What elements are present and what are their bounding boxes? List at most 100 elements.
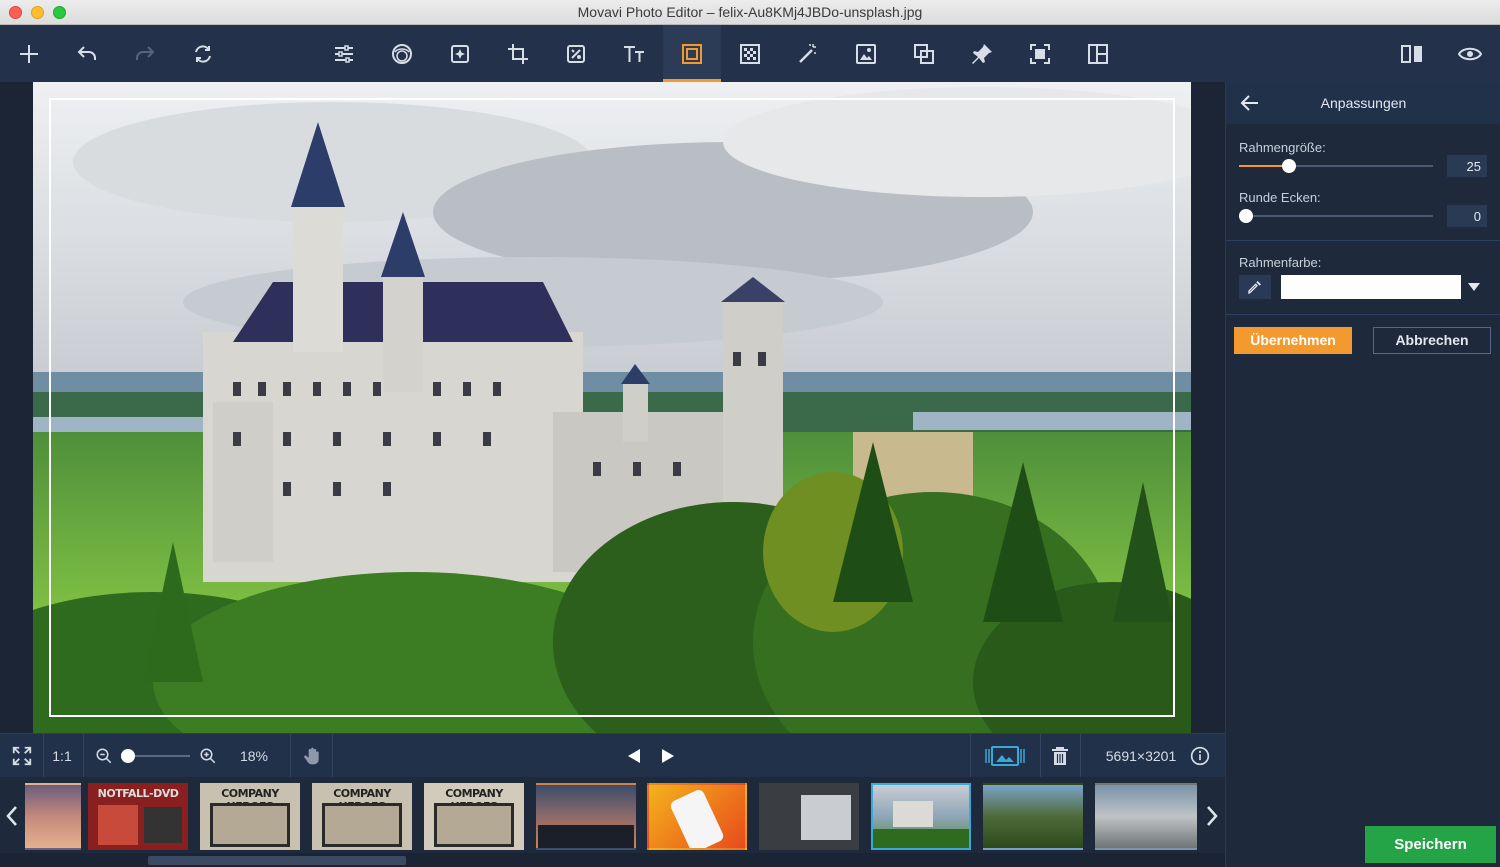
round-corners-slider-handle[interactable] [1239,209,1253,223]
filmstrip-scrollbar[interactable] [0,853,1225,867]
preview-button[interactable] [1441,25,1499,82]
filters-tool-button[interactable] [373,25,431,82]
next-image-button[interactable] [656,734,680,778]
rotate-button[interactable] [174,25,232,82]
text-tool-button[interactable] [605,25,663,82]
crop-icon [508,43,528,64]
frame-settings-panel: Anpassungen Rahmengröße: 25 Runde Ecken:… [1225,82,1500,867]
divider [1226,240,1500,241]
separator [1080,734,1081,778]
eyedropper-icon [1248,281,1261,295]
separator [43,734,44,778]
filters-icon [392,43,412,64]
adjust-icon [335,44,353,63]
round-corners-label: Runde Ecken: [1239,190,1321,205]
filmstrip-thumbnail[interactable]: COMPANY HEROES [424,783,524,850]
resize-tool-button[interactable] [1011,25,1069,82]
object-removal-tool-button[interactable] [547,25,605,82]
eye-icon [1458,47,1482,60]
adjust-tool-button[interactable] [315,25,373,82]
apply-button[interactable]: Übernehmen [1234,327,1352,354]
image-info-button[interactable] [1188,734,1212,778]
frame-size-slider-handle[interactable] [1282,159,1297,173]
hand-icon [304,747,319,765]
undo-button[interactable] [58,25,116,82]
pan-tool-button[interactable] [296,734,328,778]
redo-button[interactable] [116,25,174,82]
divider [1226,314,1500,315]
filmstrip-thumbnail-selected[interactable] [871,783,971,850]
frame-color-label: Rahmenfarbe: [1239,255,1322,270]
magic-wand-tool-button[interactable] [779,25,837,82]
panel-header: Anpassungen [1226,82,1500,124]
zoom-out-button[interactable] [92,734,116,778]
round-corners-input[interactable]: 0 [1447,205,1487,227]
editor-canvas[interactable] [0,82,1225,733]
frame-color-swatch[interactable] [1281,275,1461,299]
filmstrip-thumbnail[interactable] [1095,783,1197,850]
redo-icon [136,45,155,60]
frame-size-label: Rahmengröße: [1239,140,1326,155]
save-button[interactable]: Speichern [1365,826,1496,863]
filmstrip-thumbnail[interactable] [647,783,747,850]
toggle-filmstrip-button[interactable] [980,734,1030,778]
image-dimensions: 5691×3201 [1105,748,1177,764]
filmstrip-scrollbar-thumb[interactable] [148,856,406,865]
zoom-slider-handle[interactable] [121,749,135,763]
color-picker-button[interactable] [1239,275,1271,299]
clone-tool-button[interactable] [895,25,953,82]
pin-icon [972,43,992,64]
retouch-tool-button[interactable] [431,25,489,82]
filmstrip-thumbnail[interactable]: COMPANY HEROES [200,783,300,850]
layout-tool-button[interactable] [1069,25,1127,82]
cancel-button[interactable]: Abbrechen [1373,327,1491,354]
separator [1040,734,1041,778]
zoom-in-icon [200,748,216,764]
filmstrip-thumbnail[interactable]: COMPANY HEROES [312,783,412,850]
delete-image-button[interactable] [1046,734,1074,778]
separator [970,734,971,778]
filmstrip-thumbnail[interactable] [25,783,81,850]
filmstrip-icon [985,746,1025,766]
zoom-level: 18% [239,748,269,764]
castle-photo[interactable] [33,82,1191,733]
filmstrip-scroll-right[interactable] [1200,777,1224,855]
background-icon [740,43,760,64]
filmstrip-thumbnail[interactable] [536,783,636,850]
separator [83,734,84,778]
chevron-left-icon [6,806,17,826]
separator [332,734,333,778]
text-icon [624,45,644,62]
triangle-right-icon [662,749,674,763]
zoom-in-button[interactable] [196,734,220,778]
filmstrip-scroll-left[interactable] [0,777,24,855]
pin-tool-button[interactable] [953,25,1011,82]
chevron-down-icon [1468,283,1480,291]
crop-tool-button[interactable] [489,25,547,82]
main-toolbar [0,25,1500,82]
object-removal-icon [567,44,585,63]
title-bar: Movavi Photo Editor – felix-Au8KMj4JBDo-… [0,0,1500,25]
filmstrip-thumbnail[interactable] [983,783,1083,850]
frame-tool-button[interactable] [663,25,721,82]
compare-button[interactable] [1383,25,1441,82]
actual-size-button[interactable]: 1:1 [46,734,78,778]
add-button[interactable] [0,25,58,82]
frame-color-dropdown[interactable] [1462,275,1486,299]
filmstrip-thumbnail[interactable]: NOTFALL-DVD [88,783,188,850]
undo-icon [77,45,96,60]
background-tool-button[interactable] [721,25,779,82]
panel-title: Anpassungen [1320,95,1407,111]
round-corners-slider-track[interactable] [1239,215,1433,217]
frame-size-input[interactable]: 25 [1447,155,1487,177]
filmstrip-thumbnail[interactable] [759,783,859,850]
thumbnail-caption: NOTFALL-DVD [97,787,179,800]
rotate-icon [195,44,211,63]
fit-to-screen-button[interactable] [6,734,38,778]
app-window: Movavi Photo Editor – felix-Au8KMj4JBDo-… [0,0,1500,867]
zoom-out-icon [96,748,112,764]
previous-image-button[interactable] [622,734,646,778]
info-icon [1190,746,1210,766]
replace-background-tool-button[interactable] [837,25,895,82]
layout-icon [1088,43,1108,64]
